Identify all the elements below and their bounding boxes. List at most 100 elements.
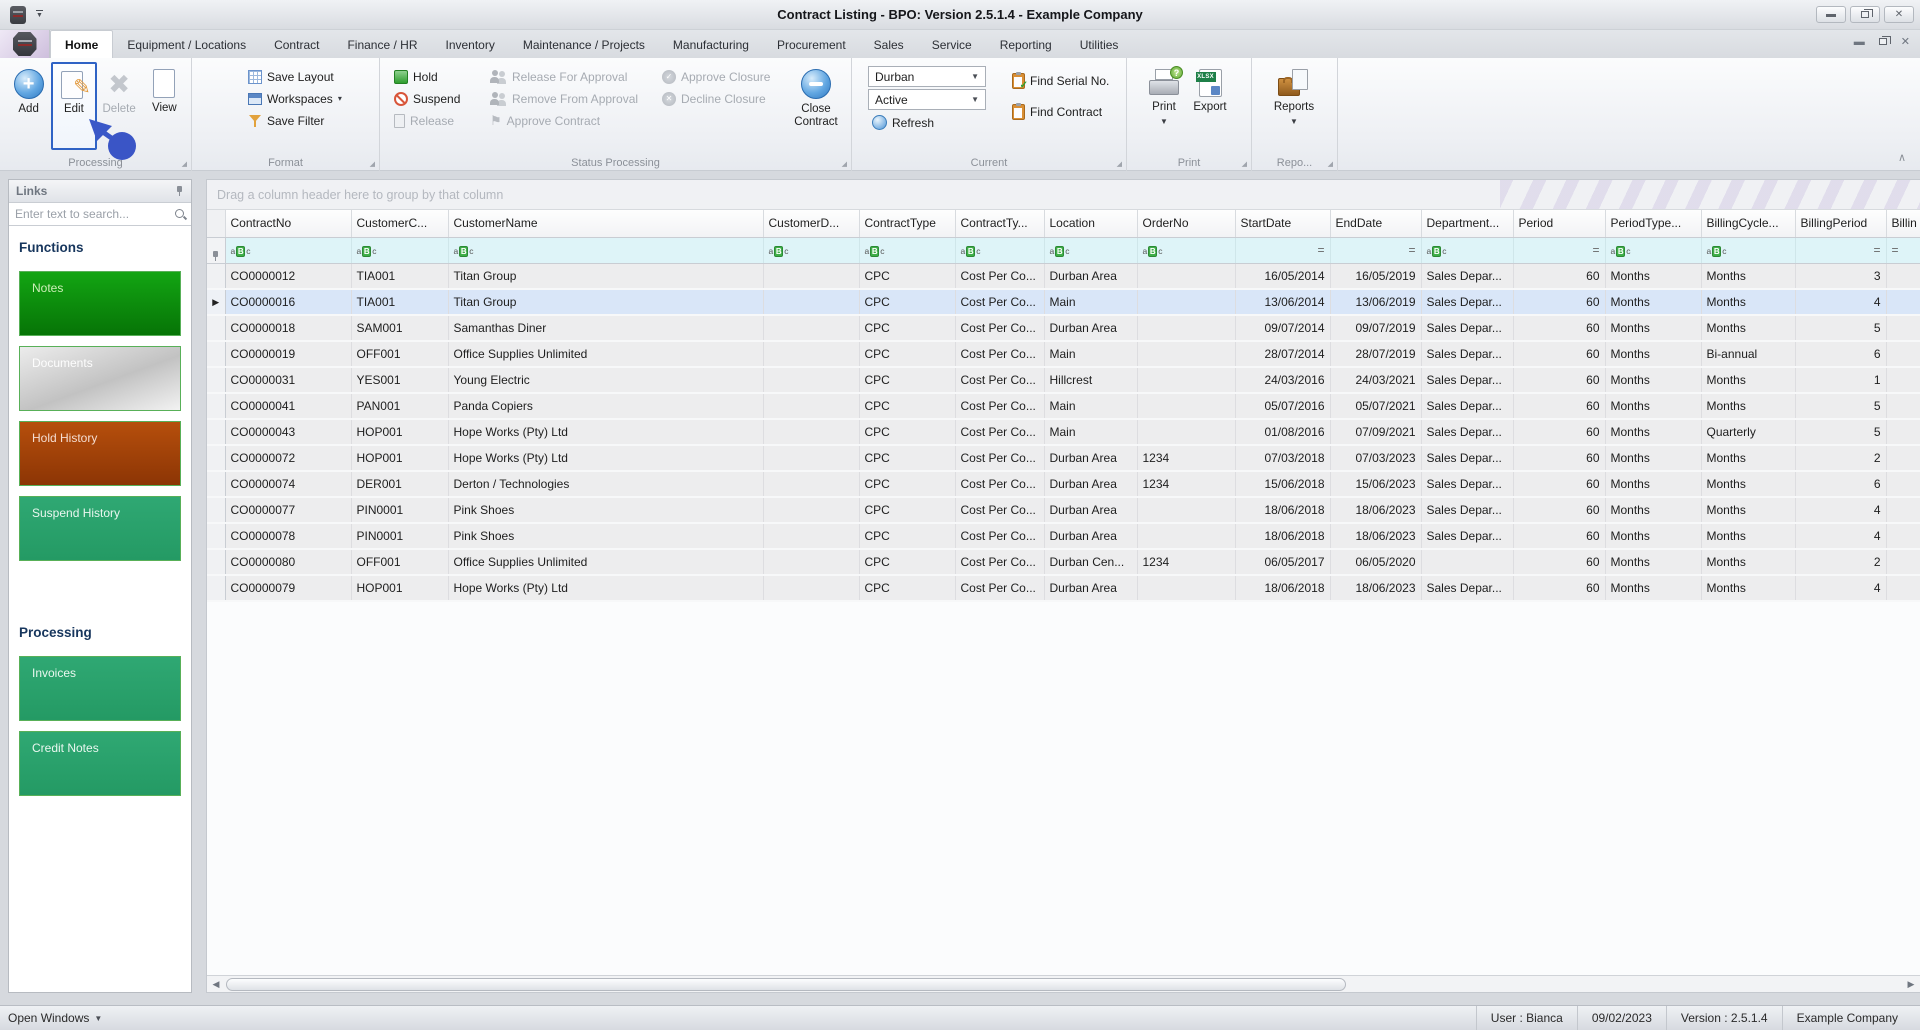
column-header[interactable]: PeriodType... bbox=[1605, 210, 1702, 238]
grid-cell[interactable] bbox=[1886, 315, 1920, 342]
grid-cell[interactable] bbox=[763, 549, 860, 576]
grid-cell[interactable]: 60 bbox=[1513, 367, 1606, 394]
ribbon-tab[interactable]: Home bbox=[50, 30, 114, 58]
grid-cell[interactable] bbox=[1886, 523, 1920, 550]
grid-cell[interactable] bbox=[763, 419, 860, 446]
grid-cell[interactable] bbox=[1886, 497, 1920, 524]
grid-cell[interactable]: Sales Depar... bbox=[1421, 471, 1514, 498]
ribbon-tab[interactable]: Contract bbox=[260, 32, 333, 58]
grid-cell[interactable]: 60 bbox=[1513, 497, 1606, 524]
dialog-launcher-icon[interactable]: ◢ bbox=[1242, 160, 1247, 168]
grid-cell[interactable]: 18/06/2018 bbox=[1235, 523, 1331, 550]
filter-cell[interactable]: = bbox=[1235, 237, 1331, 264]
grid-cell[interactable]: 60 bbox=[1513, 523, 1606, 550]
ribbon-tab[interactable]: Procurement bbox=[763, 32, 860, 58]
grid-cell[interactable]: CO0000080 bbox=[225, 549, 352, 576]
grid-cell[interactable]: Hope Works (Pty) Ltd bbox=[448, 419, 764, 446]
child-close-icon[interactable]: ✕ bbox=[1901, 35, 1910, 48]
grid-cell[interactable] bbox=[1137, 263, 1236, 290]
table-row[interactable]: CO0000041 PAN001 Panda Copiers CPC Cost … bbox=[207, 393, 1920, 420]
grid-cell[interactable]: TIA001 bbox=[351, 263, 449, 290]
grid-cell[interactable]: Months bbox=[1701, 445, 1796, 472]
restore-button[interactable] bbox=[1850, 6, 1880, 23]
grid-cell[interactable] bbox=[1137, 289, 1236, 316]
grid-cell[interactable]: Cost Per Co... bbox=[955, 341, 1045, 368]
filter-cell[interactable]: = bbox=[1330, 237, 1422, 264]
grid-cell[interactable]: Cost Per Co... bbox=[955, 289, 1045, 316]
grid-cell[interactable] bbox=[1137, 497, 1236, 524]
grid-cell[interactable]: Cost Per Co... bbox=[955, 471, 1045, 498]
grid-cell[interactable]: CPC bbox=[859, 445, 956, 472]
grid-cell[interactable]: 16/05/2014 bbox=[1235, 263, 1331, 290]
grid-cell[interactable]: PIN0001 bbox=[351, 523, 449, 550]
grid-cell[interactable]: Months bbox=[1701, 523, 1796, 550]
grid-cell[interactable]: 60 bbox=[1513, 393, 1606, 420]
grid-cell[interactable] bbox=[1886, 419, 1920, 446]
child-minimize-icon[interactable]: ▬ bbox=[1854, 36, 1865, 48]
grid-cell[interactable]: CO0000074 bbox=[225, 471, 352, 498]
grid-cell[interactable]: 5 bbox=[1795, 393, 1887, 420]
grid-cell[interactable]: 07/03/2018 bbox=[1235, 445, 1331, 472]
filter-cell[interactable]: = bbox=[1513, 237, 1606, 264]
grid-cell[interactable]: 09/07/2019 bbox=[1330, 315, 1422, 342]
column-header[interactable]: Period bbox=[1513, 210, 1606, 238]
table-row[interactable]: CO0000077 PIN0001 Pink Shoes CPC Cost Pe… bbox=[207, 497, 1920, 524]
sidebar-processing-button[interactable]: Credit Notes bbox=[19, 731, 181, 796]
child-restore-icon[interactable] bbox=[1878, 36, 1891, 45]
column-header[interactable]: CustomerC... bbox=[351, 210, 449, 238]
grid-cell[interactable] bbox=[763, 263, 860, 290]
dialog-launcher-icon[interactable]: ◢ bbox=[370, 160, 375, 168]
open-windows-button[interactable]: Open Windows ▼ bbox=[8, 1011, 102, 1025]
grid-cell[interactable]: CPC bbox=[859, 289, 956, 316]
find-contract-button[interactable]: Find Contract bbox=[1008, 101, 1113, 122]
column-header[interactable]: Billin bbox=[1886, 210, 1920, 238]
grid-cell[interactable]: Months bbox=[1701, 315, 1796, 342]
grid-cell[interactable]: 05/07/2016 bbox=[1235, 393, 1331, 420]
grid-cell[interactable]: 60 bbox=[1513, 445, 1606, 472]
grid-cell[interactable]: YES001 bbox=[351, 367, 449, 394]
grid-cell[interactable]: PAN001 bbox=[351, 393, 449, 420]
grid-cell[interactable]: Months bbox=[1605, 497, 1702, 524]
grid-cell[interactable]: Months bbox=[1605, 263, 1702, 290]
grid-cell[interactable]: Durban Area bbox=[1044, 575, 1138, 602]
grid-cell[interactable] bbox=[763, 497, 860, 524]
grid-cell[interactable]: 5 bbox=[1795, 419, 1887, 446]
grid-cell[interactable]: Months bbox=[1701, 393, 1796, 420]
collapse-ribbon-icon[interactable]: ∧ bbox=[1898, 151, 1906, 164]
grid-cell[interactable] bbox=[1886, 549, 1920, 576]
grid-cell[interactable] bbox=[1886, 445, 1920, 472]
grid-cell[interactable]: Cost Per Co... bbox=[955, 497, 1045, 524]
grid-cell[interactable]: Cost Per Co... bbox=[955, 523, 1045, 550]
grid-cell[interactable]: 60 bbox=[1513, 341, 1606, 368]
grid-cell[interactable]: 07/09/2021 bbox=[1330, 419, 1422, 446]
grid-cell[interactable]: Hope Works (Pty) Ltd bbox=[448, 575, 764, 602]
grid-cell[interactable]: CPC bbox=[859, 575, 956, 602]
table-row[interactable]: CO0000019 OFF001 Office Supplies Unlimit… bbox=[207, 341, 1920, 368]
sidebar-function-button[interactable]: Notes bbox=[19, 271, 181, 336]
grid-cell[interactable]: 4 bbox=[1795, 575, 1887, 602]
grid-cell[interactable] bbox=[1421, 549, 1514, 576]
grid-cell[interactable]: Cost Per Co... bbox=[955, 549, 1045, 576]
sidebar-function-button[interactable]: Hold History bbox=[19, 421, 181, 486]
grid-cell[interactable] bbox=[763, 445, 860, 472]
grid-cell[interactable]: 60 bbox=[1513, 315, 1606, 342]
grid-cell[interactable] bbox=[763, 367, 860, 394]
grid-cell[interactable]: Cost Per Co... bbox=[955, 367, 1045, 394]
scroll-right-icon[interactable]: ▶ bbox=[1903, 977, 1919, 992]
grid-cell[interactable]: Main bbox=[1044, 419, 1138, 446]
grid-cell[interactable]: CO0000079 bbox=[225, 575, 352, 602]
grid-cell[interactable]: 6 bbox=[1795, 341, 1887, 368]
grid-cell[interactable]: CO0000031 bbox=[225, 367, 352, 394]
grid-cell[interactable]: 16/05/2019 bbox=[1330, 263, 1422, 290]
column-header[interactable]: StartDate bbox=[1235, 210, 1331, 238]
column-header[interactable]: ContractType bbox=[859, 210, 956, 238]
grid-cell[interactable]: Months bbox=[1701, 367, 1796, 394]
grid-cell[interactable]: 5 bbox=[1795, 315, 1887, 342]
ribbon-tab[interactable]: Inventory bbox=[431, 32, 508, 58]
print-button[interactable]: ? Print ▼ bbox=[1141, 62, 1187, 150]
sidebar-function-button[interactable]: Documents bbox=[19, 346, 181, 411]
grid-cell[interactable]: Durban Area bbox=[1044, 263, 1138, 290]
grid-cell[interactable]: HOP001 bbox=[351, 419, 449, 446]
application-button[interactable] bbox=[0, 30, 50, 58]
column-header[interactable]: Location bbox=[1044, 210, 1138, 238]
